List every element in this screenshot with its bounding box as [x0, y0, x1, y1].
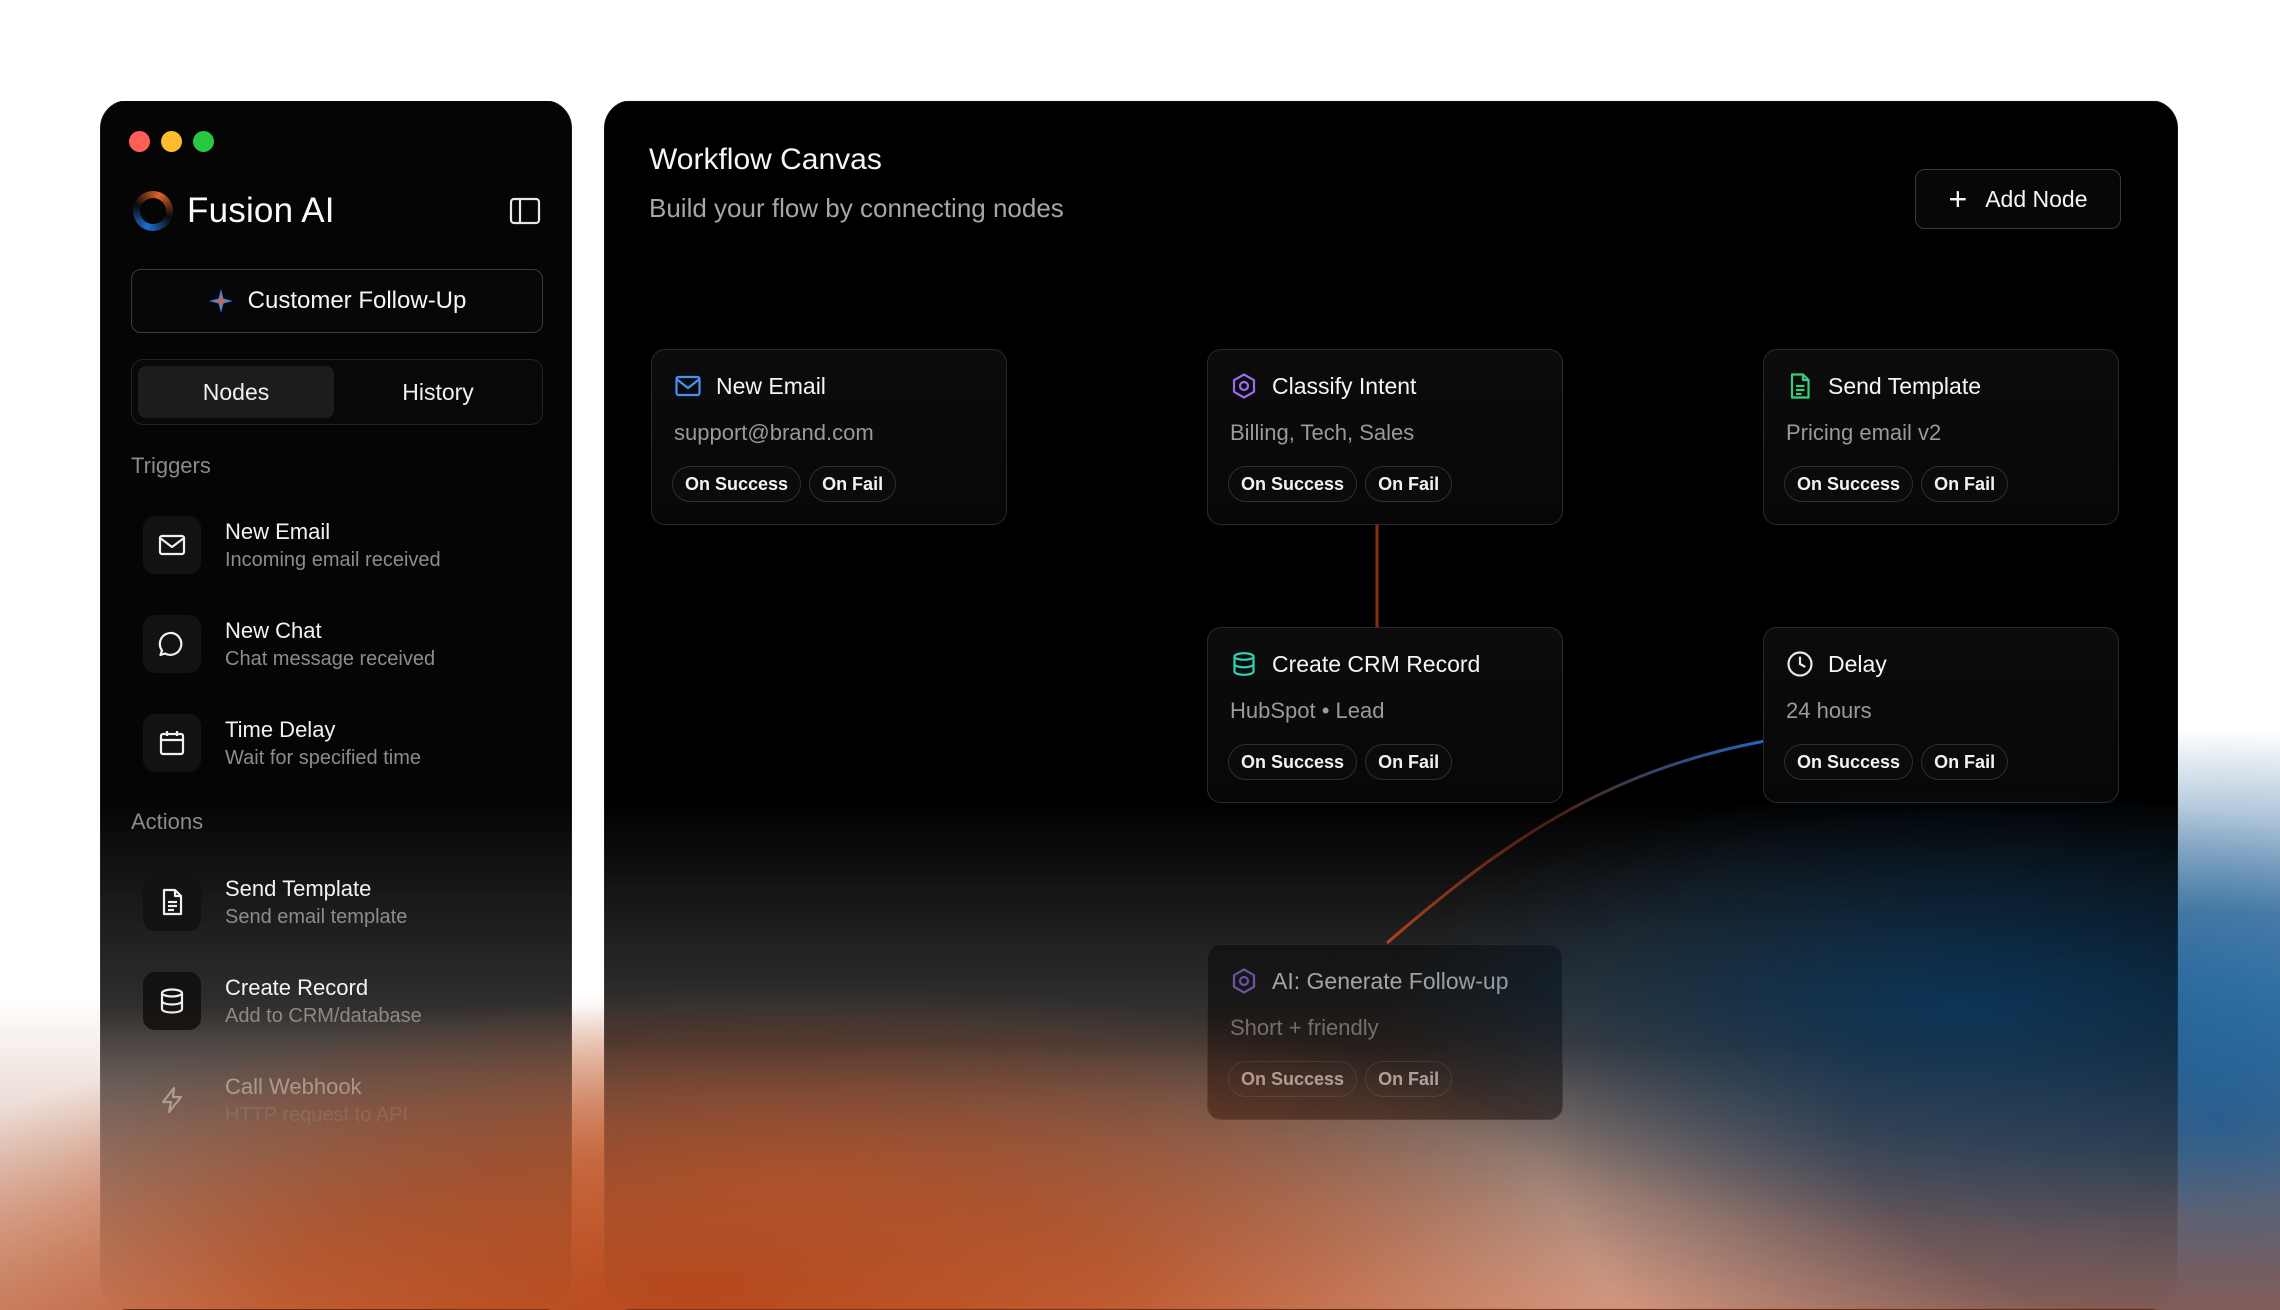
node-title: Send Template [1828, 372, 1982, 399]
node-subtitle: Pricing email v2 [1786, 420, 1942, 445]
brand: Fusion AI [133, 191, 335, 231]
on-fail-port[interactable]: On Fail [1365, 1061, 1453, 1097]
fusion-logo-icon [133, 191, 173, 231]
on-success-port[interactable]: On Success [1228, 744, 1358, 780]
palette-item-subtitle: Chat message received [225, 647, 436, 670]
hexagon-icon [1232, 373, 1256, 399]
node-title: Classify Intent [1272, 372, 1417, 399]
on-success-port[interactable]: On Success [1784, 744, 1914, 780]
close-window-button[interactable] [129, 131, 150, 152]
node-subtitle: 24 hours [1786, 698, 1872, 723]
palette-item-title: New Chat [225, 617, 322, 643]
node-subtitle: Short + friendly [1230, 1015, 1379, 1040]
palette-item-title: Time Delay [225, 716, 336, 742]
on-fail-port[interactable]: On Fail [1365, 466, 1453, 502]
mail-icon [675, 375, 701, 397]
palette-item-time-delay[interactable]: Time Delay Wait for specified time [143, 703, 543, 783]
node-delay[interactable]: Delay 24 hours On Success On Fail [1763, 627, 2119, 803]
palette-item-title: Call Webhook [225, 1073, 362, 1099]
node-title: New Email [716, 372, 826, 399]
actions-section-label: Actions [131, 809, 204, 834]
node-subtitle: support@brand.com [674, 420, 874, 445]
sidebar-panel: Fusion AI Customer Follow-Up Nodes Histo… [100, 100, 572, 1310]
on-fail-port[interactable]: On Fail [809, 466, 897, 502]
sidebar-tabs: Nodes History [131, 359, 543, 425]
on-success-port[interactable]: On Success [1784, 466, 1914, 502]
node-ai-generate-follow-up[interactable]: AI: Generate Follow-up Short + friendly … [1207, 944, 1563, 1120]
on-success-port[interactable]: On Success [1228, 1061, 1358, 1097]
node-subtitle: Billing, Tech, Sales [1230, 420, 1415, 445]
node-title: AI: Generate Follow-up [1272, 967, 1509, 994]
lightning-icon [161, 1086, 183, 1114]
database-icon [1233, 652, 1255, 676]
sparkle-icon [208, 289, 233, 313]
node-title: Create CRM Record [1272, 650, 1481, 677]
database-icon [160, 988, 184, 1014]
on-fail-port[interactable]: On Fail [1921, 744, 2009, 780]
document-icon [162, 888, 183, 916]
on-fail-port[interactable]: On Fail [1921, 466, 2009, 502]
palette-item-title: New Email [225, 518, 331, 544]
minimize-window-button[interactable] [161, 131, 182, 152]
tab-nodes[interactable]: Nodes [138, 366, 334, 418]
node-new-email[interactable]: New Email support@brand.com On Success O… [651, 349, 1007, 525]
node-title: Delay [1828, 650, 1887, 677]
on-success-port[interactable]: On Success [672, 466, 802, 502]
workflow-selector-button[interactable]: Customer Follow-Up [131, 269, 543, 333]
palette-item-title: Send Template [225, 875, 372, 901]
clock-icon [1787, 651, 1813, 677]
palette-item-subtitle: Wait for specified time [225, 746, 421, 769]
on-fail-port[interactable]: On Fail [1365, 744, 1453, 780]
node-subtitle: HubSpot • Lead [1230, 698, 1385, 723]
workflow-canvas-panel: Workflow Canvas Build your flow by conne… [604, 100, 2178, 1310]
window-controls [129, 131, 214, 152]
palette-item-call-webhook[interactable]: Call Webhook HTTP request to API [143, 1060, 543, 1140]
palette-item-create-record[interactable]: Create Record Add to CRM/database [143, 961, 543, 1041]
palette-item-subtitle: Send email template [225, 905, 408, 928]
palette-item-title: Create Record [225, 974, 369, 1000]
palette-item-new-chat[interactable]: New Chat Chat message received [143, 604, 543, 684]
node-create-crm-record[interactable]: Create CRM Record HubSpot • Lead On Succ… [1207, 627, 1563, 803]
brand-name: Fusion AI [187, 191, 335, 230]
tab-history[interactable]: History [340, 366, 536, 418]
palette-item-subtitle: Add to CRM/database [225, 1004, 422, 1027]
palette-item-send-template[interactable]: Send Template Send email template [143, 862, 543, 942]
mail-icon [158, 534, 186, 556]
hexagon-icon [1232, 968, 1256, 994]
on-success-port[interactable]: On Success [1228, 466, 1358, 502]
node-classify-intent[interactable]: Classify Intent Billing, Tech, Sales On … [1207, 349, 1563, 525]
palette-item-new-email[interactable]: New Email Incoming email received [143, 505, 543, 585]
triggers-section-label: Triggers [131, 453, 211, 478]
palette-item-subtitle: Incoming email received [225, 548, 441, 571]
document-icon [1790, 373, 1810, 399]
calendar-icon [159, 731, 185, 756]
workflow-name: Customer Follow-Up [247, 287, 467, 314]
sidebar-toggle-icon[interactable] [509, 197, 541, 225]
chat-icon [158, 631, 183, 657]
node-send-template[interactable]: Send Template Pricing email v2 On Succes… [1763, 349, 2119, 525]
palette-item-subtitle: HTTP request to API [225, 1103, 409, 1126]
zoom-window-button[interactable] [193, 131, 214, 152]
